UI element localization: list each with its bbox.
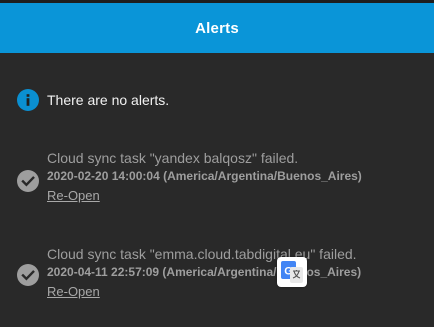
reopen-link[interactable]: Re-Open — [47, 284, 100, 300]
google-translate-icon[interactable]: G — [277, 257, 307, 287]
check-circle-icon — [17, 170, 39, 192]
info-icon — [17, 89, 39, 111]
no-alerts-text: There are no alerts. — [47, 92, 170, 108]
alert-title: Cloud sync task "yandex balqosz" failed. — [47, 150, 299, 166]
alert-title: Cloud sync task "emma.cloud.tabdigital.e… — [47, 246, 357, 262]
check-circle-icon — [17, 264, 39, 286]
alerts-panel: Alerts There are no alerts. Cloud sync t… — [0, 0, 434, 327]
alerts-header: Alerts — [0, 3, 434, 53]
header-title: Alerts — [195, 19, 239, 37]
alert-body: Cloud sync task "emma.cloud.tabdigital.e… — [47, 246, 361, 301]
alert-datetime: 2020-04-11 22:57:09 (America/Argentina/B… — [47, 265, 362, 279]
no-alerts-message: There are no alerts. — [17, 89, 169, 111]
alert-datetime: 2020-02-20 14:00:04 (America/Argentina/B… — [47, 169, 362, 183]
alert-body: Cloud sync task "yandex balqosz" failed.… — [47, 150, 362, 205]
reopen-link[interactable]: Re-Open — [47, 188, 100, 204]
